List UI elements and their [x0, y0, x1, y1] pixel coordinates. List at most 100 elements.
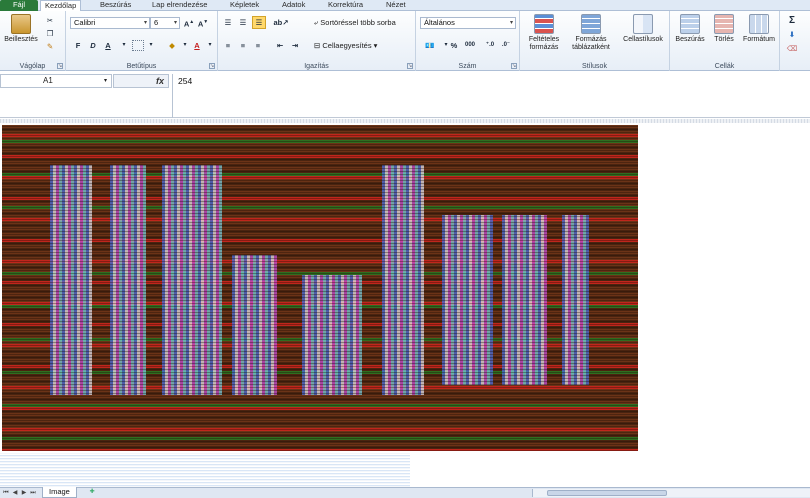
format-cells-icon	[749, 14, 769, 34]
formula-input[interactable]: 254	[172, 74, 810, 118]
conditional-formatting-label: Feltételes formázás	[528, 36, 560, 51]
paste-button[interactable]: Beillesztés	[2, 14, 40, 44]
chevron-down-icon[interactable]: ▾	[179, 40, 191, 51]
group-label-clipboard: Vágólap	[19, 63, 46, 70]
column-header-strip	[0, 119, 810, 123]
sheet-tab-image[interactable]: Image	[42, 487, 77, 498]
chevron-down-icon: ▾	[509, 20, 513, 26]
tab-view[interactable]: Nézet	[382, 0, 410, 11]
previous-sheet-icon[interactable]: ◀	[11, 489, 19, 497]
chevron-down-icon[interactable]: ▾	[118, 40, 130, 51]
format-as-table-icon	[581, 14, 601, 34]
cell-overflow-strip	[0, 453, 410, 487]
autosum-button[interactable]: Σ	[786, 15, 798, 26]
group-styles: Feltételes formázás Formázás táblázatkén…	[520, 11, 670, 71]
group-label-alignment: Igazítás	[304, 63, 329, 70]
increase-indent-icon[interactable]: ⇥	[289, 40, 301, 51]
group-label-styles: Stílusok	[582, 63, 607, 70]
pixel-art-image[interactable]	[2, 125, 638, 451]
group-number: Általános ▾ 💶 ▾ % 000 ⁺.0 .0⁻ Szám ↘	[416, 11, 520, 71]
copy-icon[interactable]: ❐	[44, 28, 56, 39]
font-name-combo[interactable]: Calibri ▾	[70, 17, 150, 29]
group-label-number: Szám	[458, 63, 477, 70]
align-top-icon[interactable]: ☰	[222, 17, 234, 28]
cell-styles-icon	[633, 14, 653, 34]
increase-decimal-icon[interactable]: ⁺.0	[484, 40, 496, 51]
new-sheet-icon[interactable]: ✚	[86, 488, 98, 497]
cell-styles-label: Cellastílusok	[623, 36, 663, 43]
align-right-icon[interactable]: ≡	[252, 40, 264, 51]
insert-function-button[interactable]: fx	[156, 75, 164, 87]
fill-color-icon[interactable]: ◆	[166, 40, 178, 51]
horizontal-scrollbar[interactable]	[532, 489, 810, 497]
accounting-format-icon[interactable]: 💶	[422, 40, 438, 51]
comma-style-button[interactable]: 000	[462, 40, 478, 51]
fill-icon[interactable]: ⬇	[786, 29, 798, 40]
italic-button[interactable]: D	[87, 40, 99, 51]
decrease-decimal-icon[interactable]: .0⁻	[500, 40, 512, 51]
group-label-font: Betűtípus	[126, 63, 157, 70]
number-launcher-icon[interactable]: ↘	[511, 63, 517, 69]
merge-cells-label: Cellaegyesítés	[322, 41, 372, 50]
font-name-value: Calibri	[74, 18, 96, 27]
name-box-value: A1	[43, 76, 53, 85]
bold-button[interactable]: F	[72, 40, 84, 51]
clipboard-launcher-icon[interactable]: ↘	[57, 63, 63, 69]
font-size-value: 6	[154, 18, 159, 27]
insert-cells-label: Beszúrás	[675, 36, 705, 43]
delete-cells-label: Törlés	[714, 36, 734, 43]
ribbon: Beillesztés ✂ ❐ ✎ Vágólap ↘ Calibri ▾ 6 …	[0, 11, 810, 71]
tab-insert[interactable]: Beszúrás	[96, 0, 135, 11]
alignment-launcher-icon[interactable]: ↘	[407, 63, 413, 69]
shrink-font-icon[interactable]: A▼	[197, 17, 209, 29]
chevron-down-icon: ▾	[143, 20, 147, 26]
name-box[interactable]: A1 ▾	[0, 74, 112, 88]
align-bottom-icon[interactable]: ☰	[252, 16, 266, 29]
tab-file[interactable]: Fájl	[0, 0, 38, 11]
last-sheet-icon[interactable]: ⏭	[29, 489, 37, 497]
chevron-down-icon[interactable]: ▾	[204, 40, 216, 51]
number-format-value: Általános	[424, 18, 455, 27]
cut-icon[interactable]: ✂	[44, 15, 56, 26]
insert-cells-button[interactable]: Beszúrás	[672, 14, 708, 44]
underline-button[interactable]: A	[102, 40, 114, 51]
percent-style-button[interactable]: %	[448, 40, 460, 51]
font-launcher-icon[interactable]: ↘	[209, 63, 215, 69]
conditional-formatting-button[interactable]: Feltételes formázás	[522, 14, 566, 52]
delete-cells-button[interactable]: Törlés	[708, 14, 740, 44]
group-clipboard: Beillesztés ✂ ❐ ✎ Vágólap ↘	[0, 11, 66, 71]
format-cells-button[interactable]: Formátum	[740, 14, 778, 44]
conditional-formatting-icon	[534, 14, 554, 34]
formula-bar: A1 ▾ fx 254	[0, 72, 810, 118]
insert-cells-icon	[680, 14, 700, 34]
tab-page-layout[interactable]: Lap elrendezése	[148, 0, 211, 11]
pixel-art-canvas	[2, 125, 638, 451]
tab-review[interactable]: Korrektúra	[324, 0, 367, 11]
group-font: Calibri ▾ 6 ▾ A▲ A▼ F D A ▾ ▾ ◆ ▾ A ▾ Be…	[66, 11, 218, 71]
formula-buttons: fx	[113, 74, 169, 88]
number-format-combo[interactable]: Általános ▾	[420, 17, 516, 29]
scrollbar-thumb[interactable]	[547, 490, 667, 496]
tab-data[interactable]: Adatok	[278, 0, 309, 11]
group-label-cells: Cellák	[714, 63, 735, 70]
align-center-icon[interactable]: ≡	[237, 40, 249, 51]
align-left-icon[interactable]: ≡	[222, 40, 234, 51]
align-middle-icon[interactable]: ☰	[237, 17, 249, 28]
format-as-table-button[interactable]: Formázás táblázatként	[566, 14, 616, 52]
first-sheet-icon[interactable]: ⏮	[2, 489, 10, 497]
clear-icon[interactable]: ⌫	[786, 43, 798, 54]
decrease-indent-icon[interactable]: ⇤	[274, 40, 286, 51]
font-color-icon[interactable]: A	[191, 40, 203, 51]
chevron-down-icon[interactable]: ▾	[145, 40, 157, 51]
format-painter-icon[interactable]: ✎	[44, 41, 56, 52]
cell-styles-button[interactable]: Cellastílusok	[618, 14, 668, 44]
merge-cells-button[interactable]: ⊟ Cellaegyesítés ▾	[314, 40, 377, 51]
worksheet-grid[interactable]	[0, 119, 810, 487]
orientation-icon[interactable]: ab↗	[272, 17, 290, 28]
borders-icon[interactable]	[132, 40, 144, 51]
font-size-combo[interactable]: 6 ▾	[150, 17, 180, 29]
tab-formulas[interactable]: Képletek	[226, 0, 263, 11]
grow-font-icon[interactable]: A▲	[183, 17, 195, 29]
next-sheet-icon[interactable]: ▶	[20, 489, 28, 497]
wrap-text-button[interactable]: ⤶ Sortöréssel több sorba	[314, 17, 396, 28]
